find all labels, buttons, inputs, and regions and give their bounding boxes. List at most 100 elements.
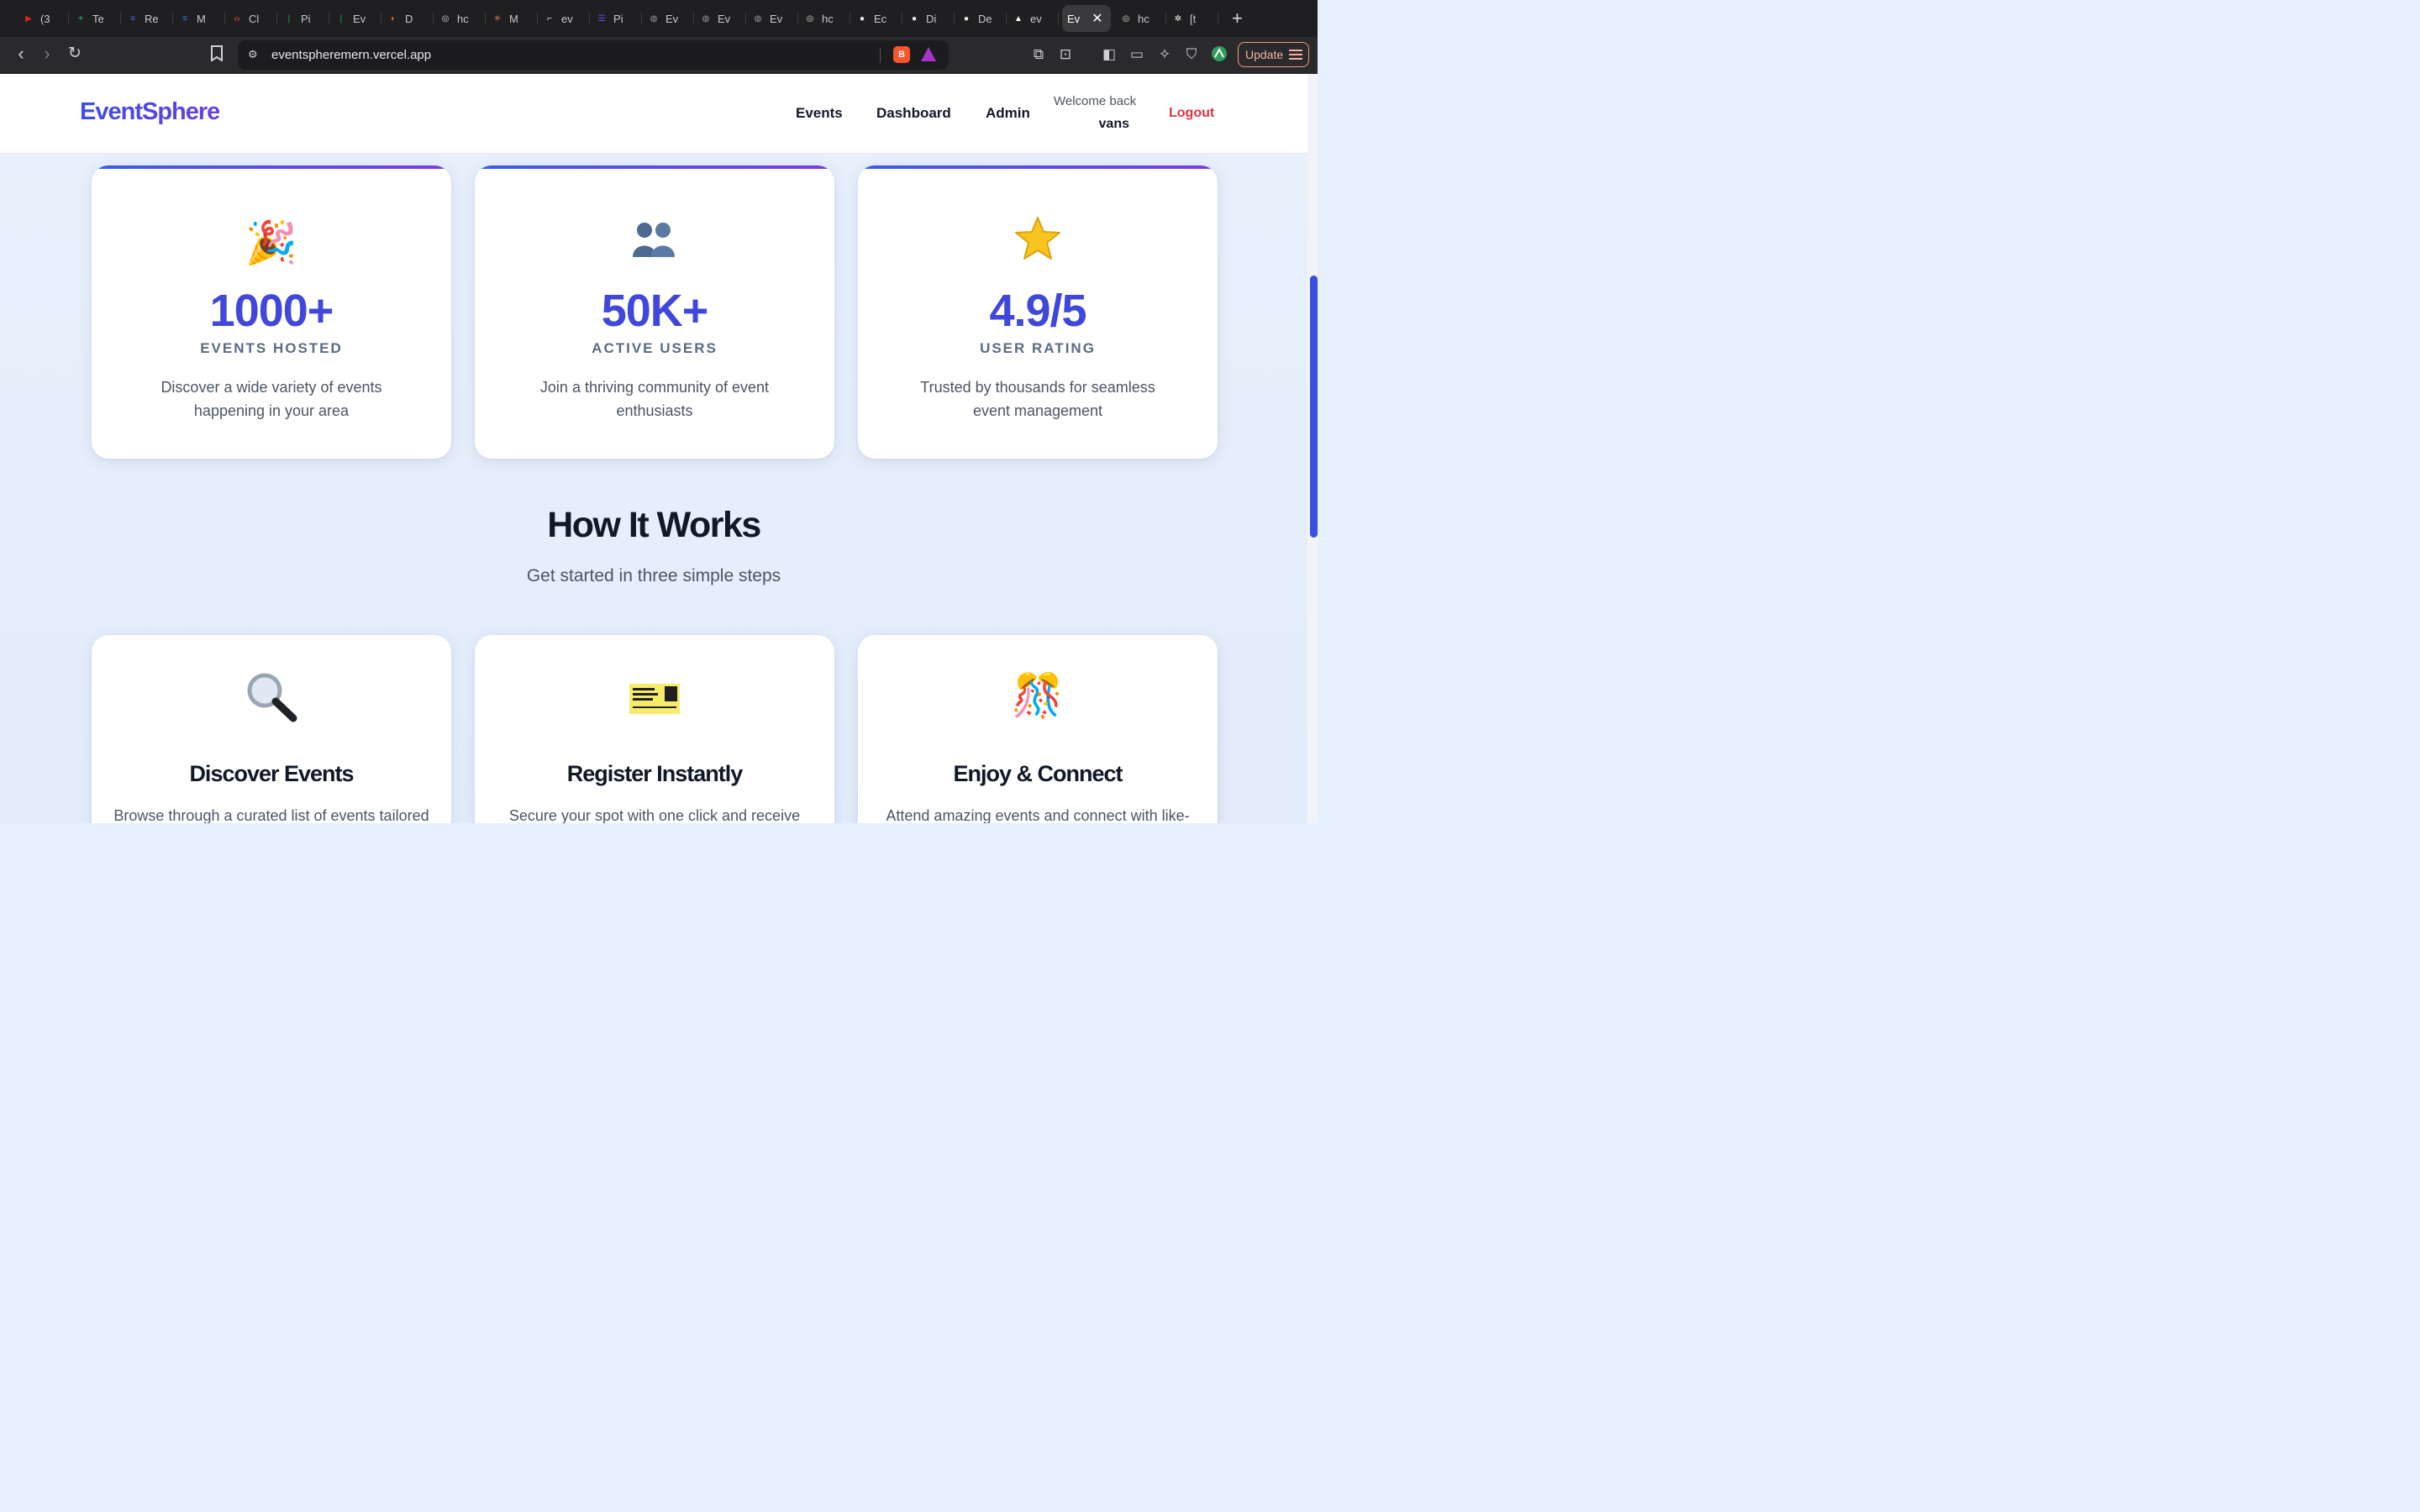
- active-tab[interactable]: Ev ✕: [1062, 5, 1111, 32]
- tab-label: Ev: [666, 12, 679, 25]
- step-title: Enjoy & Connect: [953, 761, 1123, 786]
- browser-tab[interactable]: ✳ M: [486, 5, 538, 32]
- tab-favicon-icon: ◍: [702, 13, 710, 24]
- browser-tab[interactable]: ⌐ ev: [538, 5, 590, 32]
- magnifier-icon: [92, 670, 451, 733]
- browser-tab[interactable]: ● De: [955, 5, 1007, 32]
- vpn-shield-icon[interactable]: ⛉: [1182, 46, 1201, 63]
- tab-label: (3: [40, 12, 50, 25]
- browser-tab[interactable]: ◎ hc: [434, 5, 486, 32]
- tab-favicon-icon: ✲: [1174, 13, 1182, 24]
- scrollbar-thumb[interactable]: [1310, 276, 1318, 538]
- tab-favicon-icon: +: [78, 13, 83, 24]
- browser-tab[interactable]: ● Ec: [850, 5, 902, 32]
- tab-label: Ev: [718, 12, 731, 25]
- browser-tab[interactable]: ◍ Ev: [746, 5, 798, 32]
- update-label: Update: [1245, 48, 1284, 61]
- welcome-text: Welcome back: [1054, 94, 1137, 108]
- tab-label: De: [978, 12, 992, 25]
- page-viewport: EventSphere Events Dashboard Admin Welco…: [0, 74, 1318, 823]
- brave-rewards-icon[interactable]: [921, 47, 936, 61]
- tab-label: hc: [822, 12, 834, 25]
- browser-tab[interactable]: ◍ Ev: [694, 5, 746, 32]
- tab-favicon-icon: ≡: [130, 13, 135, 24]
- browser-tab[interactable]: + Te: [69, 5, 121, 32]
- tab-favicon-icon: ◐: [390, 13, 397, 24]
- confetti-ball-icon: 🎊: [1011, 672, 1065, 719]
- browser-tab[interactable]: ◎ hc: [1114, 5, 1166, 32]
- menu-icon[interactable]: [1289, 50, 1302, 60]
- step-title: Register Instantly: [566, 761, 744, 786]
- tab-favicon-icon: ⌐: [547, 13, 552, 24]
- browser-tab[interactable]: ❘ Ev: [329, 5, 381, 32]
- nav-admin[interactable]: Admin: [986, 105, 1030, 122]
- brand-logo[interactable]: EventSphere: [80, 98, 220, 126]
- step-description: Attend amazing events and connect with l…: [886, 807, 1190, 823]
- tab-label: M: [197, 12, 206, 25]
- tab-favicon-icon: ◎: [441, 13, 450, 24]
- site-settings-icon[interactable]: ⚙: [248, 48, 258, 61]
- browser-tab[interactable]: ≡ M: [173, 5, 225, 32]
- stat-description: Discover a wide variety of events happen…: [160, 379, 382, 419]
- new-tab-icon[interactable]: +: [1232, 8, 1243, 29]
- tab-favicon-icon: ❘: [337, 13, 345, 24]
- browser-tab[interactable]: ❘ Pi: [277, 5, 329, 32]
- tab-label: [t: [1190, 12, 1197, 25]
- stat-value: 50K+: [601, 286, 709, 336]
- stat-label: ACTIVE USERS: [592, 340, 718, 356]
- tab-favicon-icon: ◍: [650, 13, 658, 24]
- address-bar-divider: [880, 48, 881, 63]
- browser-toolbar: ‹ › ↻ ⚙ eventspheremern.vercel.app B ⧉ ⊡…: [0, 37, 1318, 74]
- tab-favicon-icon: ◍: [754, 13, 762, 24]
- reload-icon[interactable]: ↻: [61, 44, 88, 63]
- stat-value: 1000+: [209, 286, 334, 336]
- tab-favicon-icon: ●: [963, 13, 970, 24]
- sidebar-icon[interactable]: ◧: [1100, 46, 1118, 63]
- bookmark-icon[interactable]: [208, 45, 226, 66]
- extensions-icon[interactable]: ⧉: [1029, 46, 1048, 63]
- tab-list-after: ◎ hc ✲ [t: [1114, 5, 1218, 32]
- nav-events[interactable]: Events: [796, 105, 843, 122]
- step-card-discover: Discover Events Browse through a curated…: [92, 635, 451, 823]
- tab-favicon-icon: ❘: [285, 13, 293, 24]
- tab-label: M: [509, 12, 518, 25]
- browser-tab[interactable]: ● Di: [902, 5, 955, 32]
- tab-label: Cl: [249, 12, 260, 25]
- browser-tab[interactable]: ◎ hc: [798, 5, 850, 32]
- browser-tab[interactable]: ◐ D: [381, 5, 434, 32]
- browser-tab[interactable]: ✲ [t: [1166, 5, 1218, 32]
- step-title: Discover Events: [189, 761, 354, 786]
- brave-shields-icon[interactable]: B: [893, 46, 910, 63]
- stat-value: 4.9/5: [989, 286, 1086, 336]
- party-popper-icon: 🎉: [245, 219, 298, 266]
- update-button[interactable]: Update: [1238, 42, 1309, 67]
- site-header: EventSphere Events Dashboard Admin Welco…: [0, 74, 1307, 154]
- back-icon[interactable]: ‹: [8, 43, 34, 65]
- leo-ai-icon[interactable]: ✧: [1155, 46, 1174, 63]
- ticket-icon: [475, 675, 834, 726]
- tab-label: Ec: [874, 12, 887, 25]
- tab-favicon-icon: ≡: [182, 13, 187, 24]
- profile-icon[interactable]: [1210, 45, 1228, 66]
- address-bar[interactable]: ⚙ eventspheremern.vercel.app B: [238, 40, 949, 70]
- nav-dashboard[interactable]: Dashboard: [876, 105, 951, 122]
- browser-tab[interactable]: ☰ Pi: [590, 5, 642, 32]
- star-icon: [858, 216, 1218, 272]
- wallet-icon[interactable]: ▭: [1128, 46, 1146, 63]
- tab-label: hc: [1138, 12, 1150, 25]
- tab-label: Ev: [353, 12, 366, 25]
- tab-favicon-icon: ▲: [1014, 13, 1023, 24]
- logout-button[interactable]: Logout: [1169, 106, 1214, 121]
- close-tab-icon[interactable]: ✕: [1092, 10, 1102, 27]
- stat-label: EVENTS HOSTED: [200, 340, 343, 356]
- tab-label: Di: [926, 12, 937, 25]
- browser-tab[interactable]: ▶ (3: [17, 5, 69, 32]
- browser-tab[interactable]: ≡ Re: [121, 5, 173, 32]
- username: vans: [1098, 117, 1129, 131]
- tab-favicon-icon: ◎: [1122, 13, 1130, 24]
- forward-icon[interactable]: ›: [34, 43, 60, 65]
- browser-tab[interactable]: ◍ Ev: [642, 5, 694, 32]
- browser-tab[interactable]: ‹› Cl: [225, 5, 277, 32]
- browser-tab[interactable]: ▲ ev: [1007, 5, 1059, 32]
- screenshot-icon[interactable]: ⊡: [1056, 46, 1075, 63]
